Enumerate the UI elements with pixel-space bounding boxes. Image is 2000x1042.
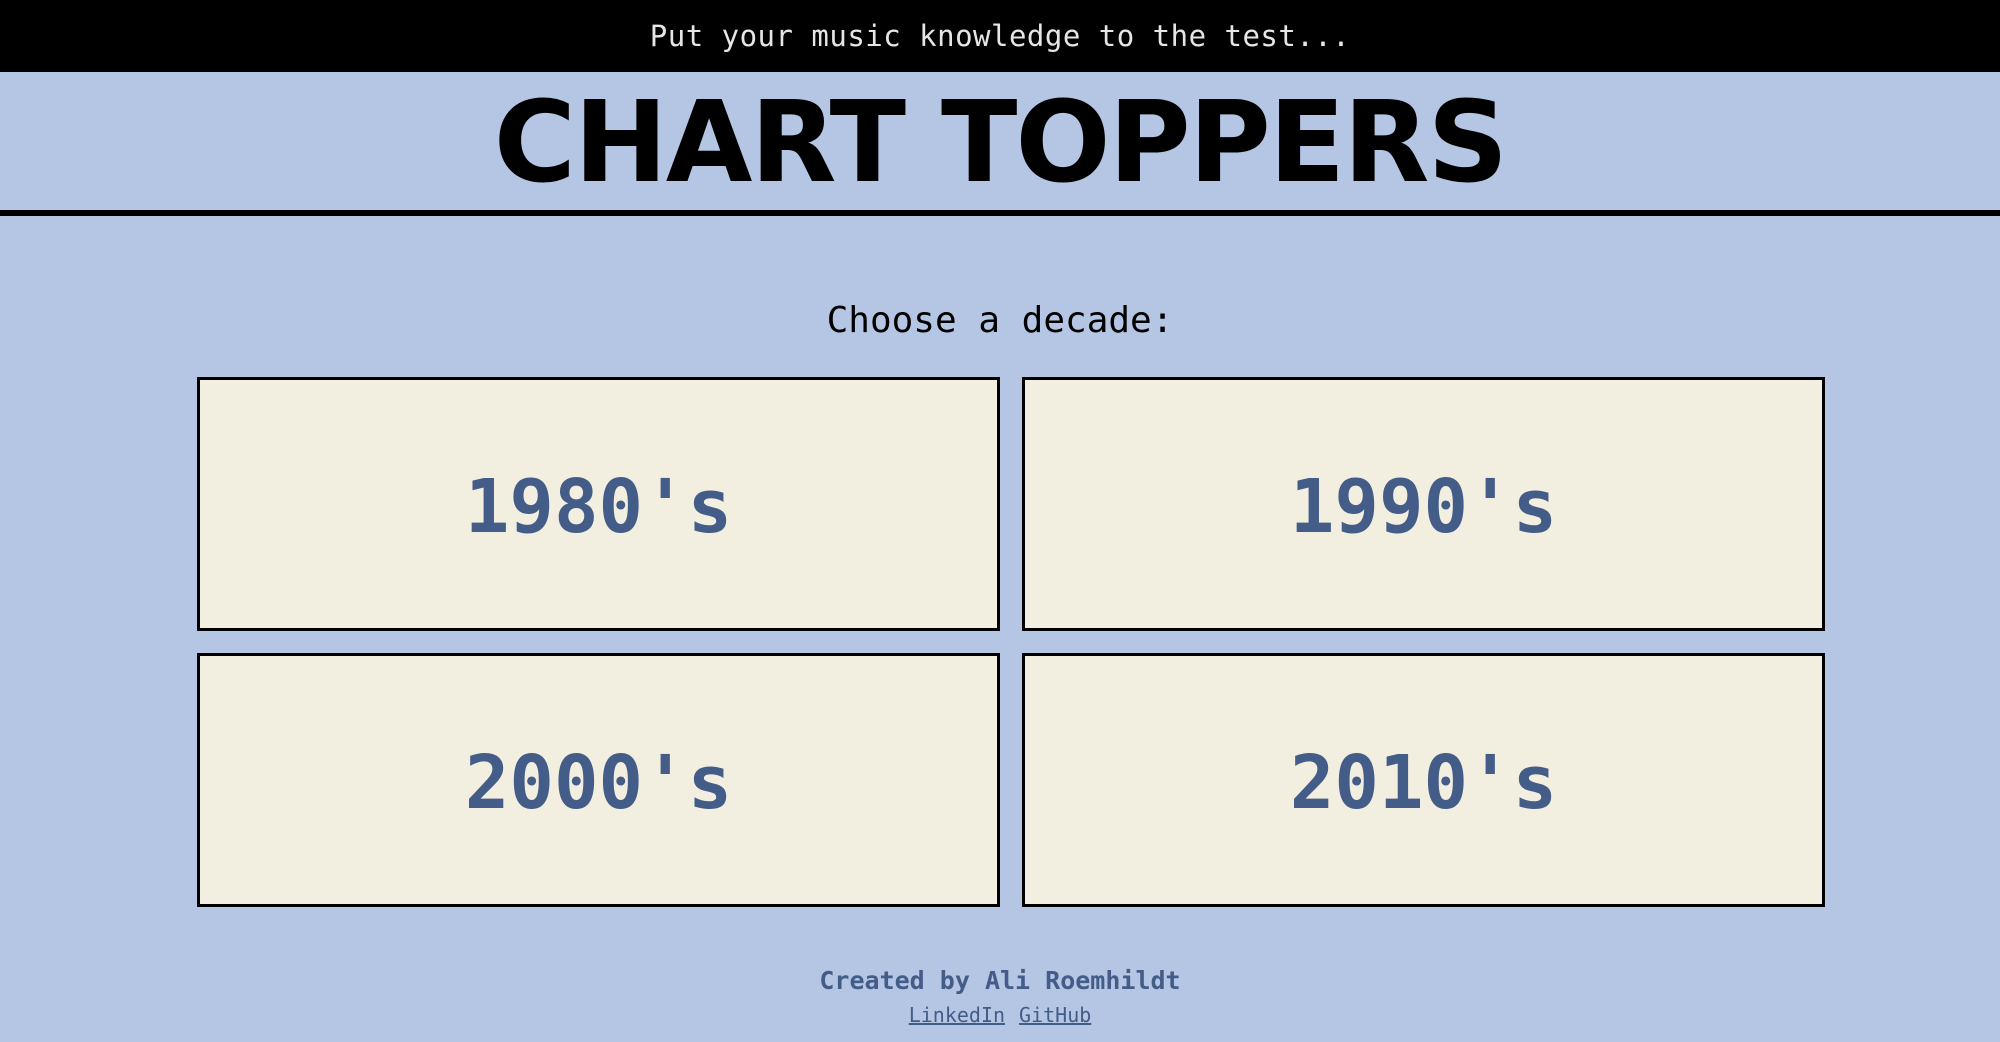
linkedin-link[interactable]: LinkedIn	[909, 1003, 1005, 1027]
decade-prompt: Choose a decade:	[826, 300, 1174, 341]
decade-label: 2010's	[1289, 740, 1558, 826]
tagline: Put your music knowledge to the test...	[649, 19, 1351, 53]
title-band: CHART TOPPERS	[0, 72, 2000, 210]
decade-grid: 1980's 1990's 2000's 2010's	[197, 377, 1825, 907]
decade-button-1980s[interactable]: 1980's	[197, 377, 1000, 631]
decade-button-1990s[interactable]: 1990's	[1022, 377, 1825, 631]
page-title: CHART TOPPERS	[493, 78, 1508, 208]
decade-label: 1980's	[464, 464, 733, 550]
footer-links: LinkedIn GitHub	[0, 1003, 2000, 1027]
title-divider	[0, 210, 2000, 216]
top-banner: Put your music knowledge to the test...	[0, 0, 2000, 72]
footer: Created by Ali Roemhildt LinkedIn GitHub	[0, 966, 2000, 1027]
decade-button-2000s[interactable]: 2000's	[197, 653, 1000, 907]
creator-credit: Created by Ali Roemhildt	[819, 966, 1181, 995]
decade-label: 1990's	[1289, 464, 1558, 550]
github-link[interactable]: GitHub	[1019, 1003, 1091, 1027]
decade-button-2010s[interactable]: 2010's	[1022, 653, 1825, 907]
decade-label: 2000's	[464, 740, 733, 826]
